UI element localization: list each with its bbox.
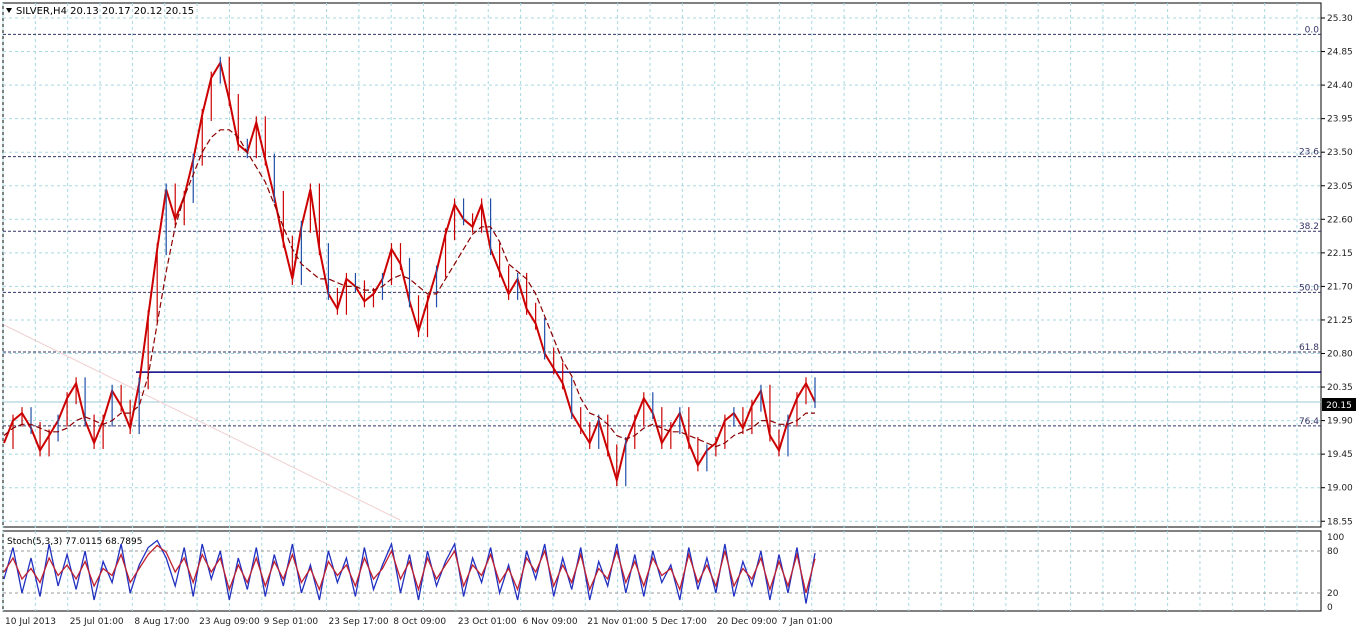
chart-canvas: 0.023.638.250.061.876.4 25.3024.8524.402… [2,2,1356,627]
osc-tick-label: 80 [1327,547,1339,557]
fib-level-label: 76.4 [1299,417,1319,427]
current-price-label: 20.15 [1326,401,1352,411]
x-tick-label: 25 Jul 01:00 [70,617,124,627]
x-tick-label: 5 Dec 17:00 [652,617,707,627]
y-tick-label: 19.90 [1327,417,1353,427]
y-tick-label: 24.85 [1327,48,1353,58]
x-tick-label: 23 Aug 09:00 [199,617,260,627]
x-tick-label: 20 Dec 09:00 [717,617,778,627]
x-tick-label: 23 Oct 01:00 [458,617,517,627]
oscillator-title: Stoch(5,3,3) 77.0115 68.7895 [7,537,142,547]
y-tick-label: 22.15 [1327,249,1353,259]
y-tick-label: 22.60 [1327,215,1353,225]
oscillator-plot-frame [2,530,1322,612]
y-tick-label: 24.40 [1327,81,1353,91]
x-tick-label: 8 Aug 17:00 [134,617,189,627]
fib-level-label: 0.0 [1305,25,1320,35]
y-tick-label: 19.45 [1327,450,1353,460]
osc-tick-label: 0 [1327,603,1333,613]
price-axis: 25.30 24.85 24.40 23.95 23.50 23.05 22.60 22.15… [1321,14,1353,527]
x-tick-label: 7 Jan 01:00 [781,617,833,627]
y-tick-label: 18.55 [1327,517,1353,527]
fib-level-label: 23.6 [1299,148,1319,158]
y-tick-label: 25.30 [1327,14,1353,24]
oscillator-axis: 100 80 20 0 [1327,533,1344,613]
x-tick-label: 8 Oct 09:00 [393,617,446,627]
main-chart-title: SILVER,H4 20.13 20.17 20.12 20.15 [16,6,194,17]
osc-tick-label: 20 [1327,589,1339,599]
y-tick-label: 21.25 [1327,316,1353,326]
y-tick-label: 20.80 [1327,350,1353,360]
x-tick-label: 21 Nov 01:00 [587,617,648,627]
y-tick-label: 20.35 [1327,383,1353,393]
y-tick-label: 23.05 [1327,182,1353,192]
y-tick-label: 23.50 [1327,148,1353,158]
x-tick-label: 10 Jul 2013 [5,617,56,627]
x-tick-label: 23 Sep 17:00 [329,617,389,627]
x-tick-label: 6 Nov 09:00 [523,617,578,627]
fib-level-label: 50.0 [1299,283,1319,293]
y-tick-label: 19.00 [1327,484,1353,494]
fib-level-label: 61.8 [1299,343,1319,353]
x-tick-label: 9 Sep 01:00 [264,617,319,627]
fib-level-label: 38.2 [1299,222,1319,232]
osc-tick-label: 100 [1327,533,1344,543]
time-axis: 10 Jul 2013 25 Jul 01:00 8 Aug 17:00 23 Aug… [5,617,833,627]
y-tick-label: 23.95 [1327,115,1353,125]
y-tick-label: 21.70 [1327,282,1353,292]
